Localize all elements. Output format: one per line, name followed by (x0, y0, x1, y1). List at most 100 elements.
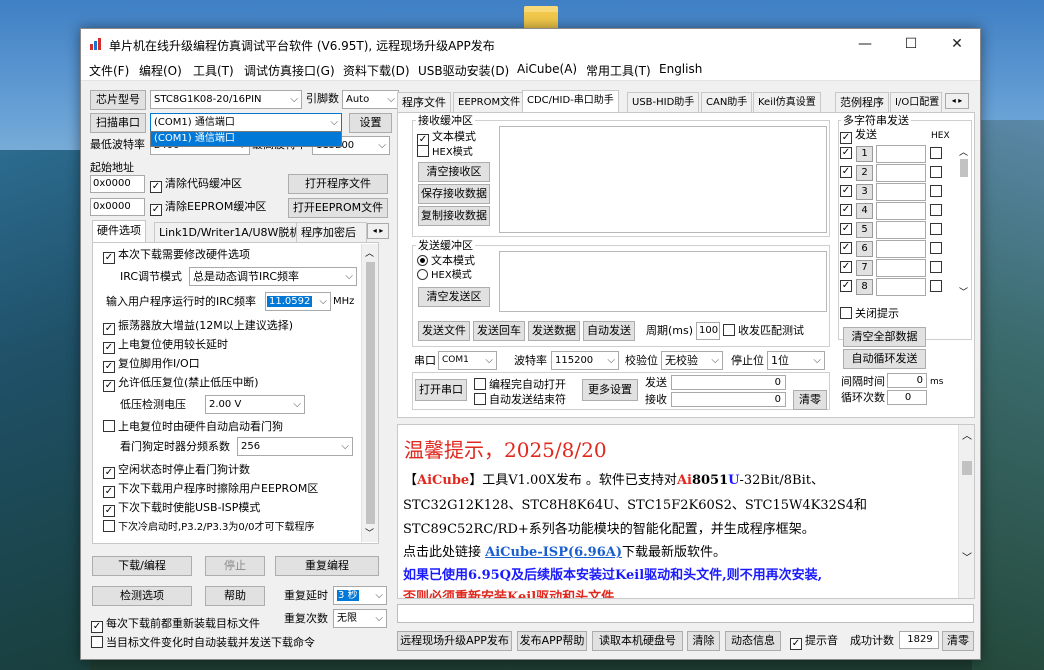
save-receive-button[interactable]: 保存接收数据 (418, 184, 490, 204)
check-icon[interactable]: ✓ (840, 242, 852, 254)
serial-port-select[interactable]: COM1 ⌵ (438, 351, 497, 370)
auto-reload-checkbox[interactable]: 当目标文件变化时自动装载并发送下载命令 (91, 636, 315, 650)
stop-bits-select[interactable]: 1位 ⌵ (767, 351, 825, 370)
unchecked-box-icon[interactable] (930, 223, 942, 235)
multi-send-input[interactable] (876, 240, 926, 258)
publish-help-button[interactable]: 发布APP帮助 (517, 631, 587, 651)
multi-send-input[interactable] (876, 221, 926, 239)
menu-common-tools[interactable]: 常用工具(T) (586, 62, 651, 79)
multi-send-scrollbar[interactable]: ︿ ﹀ (958, 145, 970, 300)
tab-scroll-arrows[interactable]: ◂ ▸ (945, 93, 969, 109)
menu-english[interactable]: English (659, 62, 702, 76)
repeat-program-button[interactable]: 重复编程 (275, 556, 379, 576)
menu-program[interactable]: 编程(O) (139, 62, 182, 79)
menu-usb-driver[interactable]: USB驱动安装(D) (418, 62, 509, 79)
multi-send-input[interactable] (876, 259, 926, 277)
unchecked-box-icon[interactable] (930, 280, 942, 292)
code-address-input[interactable]: 0x0000 (90, 175, 145, 193)
reset-count-button[interactable]: 清零 (942, 631, 974, 651)
clear-send-button[interactable]: 清空发送区 (418, 287, 490, 307)
send-row-button[interactable]: 4 (856, 203, 873, 219)
minimize-button[interactable]: — (842, 29, 888, 59)
repeat-count-select[interactable]: 无限 ⌵ (333, 609, 387, 628)
tab-hardware-options[interactable]: 硬件选项 (92, 220, 146, 242)
tab-io-config[interactable]: I/O口配置 (890, 92, 942, 112)
clear-code-checkbox[interactable]: ✓ 清除代码缓冲区 (150, 177, 242, 193)
send-row-button[interactable]: 5 (856, 222, 873, 238)
tab-link1d[interactable]: Link1D/Writer1A/U8W脱机 (154, 222, 306, 242)
scroll-up-icon[interactable]: ︿ (959, 145, 968, 158)
eeprom-address-input[interactable]: 0x0000 (90, 198, 145, 216)
wdt-div-select[interactable]: 256 ⌵ (237, 437, 353, 456)
menu-file[interactable]: 文件(F) (89, 62, 129, 79)
erase-eeprom-checkbox[interactable]: ✓ 下次下载用户程序时擦除用户EEPROM区 (103, 482, 318, 498)
maximize-button[interactable]: ☐ (888, 29, 934, 59)
open-port-button[interactable]: 打开串口 (415, 379, 467, 401)
menu-aicube[interactable]: AiCube(A) (517, 62, 577, 76)
check-icon[interactable]: ✓ (840, 223, 852, 235)
low-volt-reset-checkbox[interactable]: ✓ 允许低压复位(禁止低压中断) (103, 376, 259, 392)
cold-boot-checkbox[interactable]: 下次冷启动时,P3.2/P3.3为0/0才可下载程序 (103, 520, 315, 535)
unchecked-box-icon[interactable] (930, 261, 942, 273)
scrollbar-thumb[interactable] (960, 159, 968, 177)
check-icon[interactable]: ✓ (840, 185, 852, 197)
send-text-mode-radio[interactable]: 文本模式 (417, 254, 475, 268)
interval-input[interactable]: 0 (887, 373, 927, 388)
need-modify-checkbox[interactable]: ✓ 本次下载需要修改硬件选项 (103, 248, 250, 264)
check-icon[interactable]: ✓ (840, 147, 852, 159)
multi-send-input[interactable] (876, 202, 926, 220)
close-tip-checkbox[interactable]: 关闭提示 (840, 307, 899, 321)
hw-scrollbar[interactable]: ︿ ﹀ (361, 244, 378, 542)
repeat-delay-select[interactable]: 3 秒 ⌵ (333, 586, 387, 605)
scrollbar-thumb[interactable] (962, 461, 972, 475)
check-icon[interactable]: ✓ (840, 166, 852, 178)
send-enter-button[interactable]: 发送回车 (473, 321, 525, 341)
wdt-start-checkbox[interactable]: 上电复位时由硬件自动启动看门狗 (103, 420, 283, 434)
menu-debug[interactable]: 调试仿真接口(G) (244, 62, 335, 79)
parity-select[interactable]: 无校验 ⌵ (661, 351, 723, 370)
send-row-button[interactable]: 6 (856, 241, 873, 257)
low-volt-select[interactable]: 2.00 V ⌵ (205, 395, 305, 414)
send-data-button[interactable]: 发送数据 (528, 321, 580, 341)
close-button[interactable]: ✕ (934, 29, 980, 59)
pin-count-select[interactable]: Auto ⌵ (342, 90, 399, 109)
stop-button[interactable]: 停止 (205, 556, 265, 576)
tab-program-file[interactable]: 程序文件 (397, 92, 451, 112)
aicube-isp-link[interactable]: AiCube-ISP(6.96A) (485, 545, 622, 560)
check-icon[interactable]: ✓ (840, 204, 852, 216)
osc-gain-checkbox[interactable]: ✓ 振荡器放大增益(12M以上建议选择) (103, 319, 293, 335)
settings-button[interactable]: 设置 (349, 113, 392, 133)
remote-publish-button[interactable]: 远程现场升级APP发布 (397, 631, 512, 651)
tab-examples[interactable]: 范例程序 (835, 92, 889, 112)
tab-can[interactable]: CAN助手 (701, 92, 753, 112)
multi-send-input[interactable] (876, 183, 926, 201)
clear-receive-button[interactable]: 清空接收区 (418, 162, 490, 182)
unchecked-box-icon[interactable] (930, 242, 942, 254)
period-input[interactable]: 100 (696, 322, 720, 340)
auto-loop-button[interactable]: 自动循环发送 (843, 349, 926, 369)
tab-scroll-arrows[interactable]: ◂ ▸ (367, 223, 389, 239)
unchecked-box-icon[interactable] (930, 185, 942, 197)
copy-receive-button[interactable]: 复制接收数据 (418, 206, 490, 226)
multi-send-input[interactable] (876, 145, 926, 163)
unchecked-box-icon[interactable] (930, 147, 942, 159)
prompt-sound-checkbox[interactable]: ✓ 提示音 (790, 634, 838, 650)
send-textarea[interactable] (499, 251, 827, 312)
scan-port-button[interactable]: 扫描串口 (90, 113, 146, 133)
send-file-button[interactable]: 发送文件 (418, 321, 470, 341)
more-settings-button[interactable]: 更多设置 (582, 379, 638, 401)
multi-send-input[interactable] (876, 164, 926, 182)
clear-button[interactable]: 清除 (687, 631, 720, 651)
send-hex-mode-radio[interactable]: HEX模式 (417, 269, 472, 283)
download-program-button[interactable]: 下载/编程 (92, 556, 192, 576)
auto-send-button[interactable]: 自动发送 (583, 321, 635, 341)
chip-model-select[interactable]: STC8G1K08-20/16PIN ⌵ (150, 90, 302, 109)
send-row-button[interactable]: 8 (856, 279, 873, 295)
scrollbar-thumb[interactable] (366, 262, 375, 524)
recv-hex-mode-checkbox[interactable]: HEX模式 (417, 145, 473, 160)
tab-eeprom-file[interactable]: EEPROM文件 (453, 92, 526, 112)
scroll-up-icon[interactable]: ︿ (365, 246, 374, 259)
clear-count-button[interactable]: 清零 (793, 390, 827, 410)
help-button[interactable]: 帮助 (205, 586, 265, 606)
tab-cdc-serial[interactable]: CDC/HID-串口助手 (522, 90, 619, 112)
